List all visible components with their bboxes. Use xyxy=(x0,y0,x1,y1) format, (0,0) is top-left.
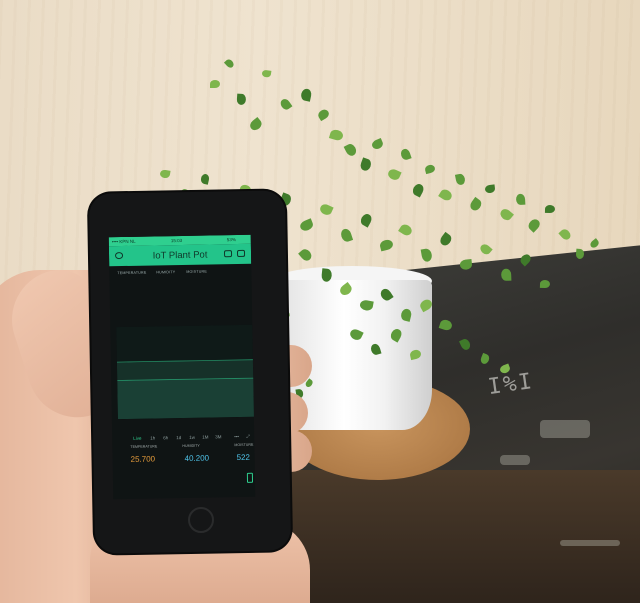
tab-6h[interactable]: 6h xyxy=(163,435,168,440)
humidity-value: 40.200 xyxy=(184,453,210,463)
tab-3m[interactable]: 3M xyxy=(215,434,221,439)
tab-1d[interactable]: 1d xyxy=(176,435,181,440)
battery-label: 53% xyxy=(226,237,236,243)
sensor-readouts: TEMPERATURE 25.700 HUMIDITY 40.200 MOIST… xyxy=(112,443,255,475)
expand-icon[interactable]: ⤢ xyxy=(246,434,250,439)
home-button xyxy=(188,507,214,533)
tab-live[interactable]: Live xyxy=(133,436,141,441)
tab-1m[interactable]: 1M xyxy=(202,435,208,440)
temperature-value: 25.700 xyxy=(130,454,156,464)
phone-screen: •••• KPN NL 15:03 53% IoT Plant Pot TEMP… xyxy=(108,234,256,500)
moisture-value: 522 xyxy=(236,452,251,463)
carrier-label: •••• KPN NL xyxy=(111,238,136,245)
leaf xyxy=(544,204,556,214)
tab-1h[interactable]: 1h xyxy=(150,435,155,440)
tab-humidity[interactable]: HUMIDITY xyxy=(156,270,175,274)
paint-scratch xyxy=(560,540,620,546)
paint-scratch xyxy=(500,455,530,465)
readout-label: MOISTURE xyxy=(234,442,254,448)
fullscreen-icon[interactable] xyxy=(223,250,233,258)
paint-scratch xyxy=(540,420,590,438)
square-icon[interactable] xyxy=(236,249,246,258)
app-header: IoT Plant Pot xyxy=(108,243,252,267)
time-range-tabs: Live 1h 6h 1d 1w 1M 3M ••• ⤢ xyxy=(112,431,254,443)
phone-icon[interactable] xyxy=(246,472,254,483)
more-icon[interactable]: ••• xyxy=(234,434,239,439)
tab-1w[interactable]: 1w xyxy=(189,435,195,440)
tab-temperature[interactable]: TEMPERATURE xyxy=(117,271,146,276)
leaf xyxy=(210,80,220,88)
tab-moisture[interactable]: MOISTURE xyxy=(186,270,207,274)
readout-label: TEMPERATURE xyxy=(130,444,158,449)
leaf xyxy=(500,268,512,281)
chart-area-1 xyxy=(117,378,256,420)
photo-scene: I%I •••• KPN NL 15:03 53% IoT Plant Pot … xyxy=(0,0,640,603)
metric-tabs: TEMPERATURE HUMIDITY MOISTURE xyxy=(109,266,251,278)
sensor-chart[interactable] xyxy=(116,324,256,420)
clock-label: 15:03 xyxy=(170,237,183,244)
readout-label: HUMIDITY xyxy=(182,443,200,449)
leaf xyxy=(515,193,526,206)
